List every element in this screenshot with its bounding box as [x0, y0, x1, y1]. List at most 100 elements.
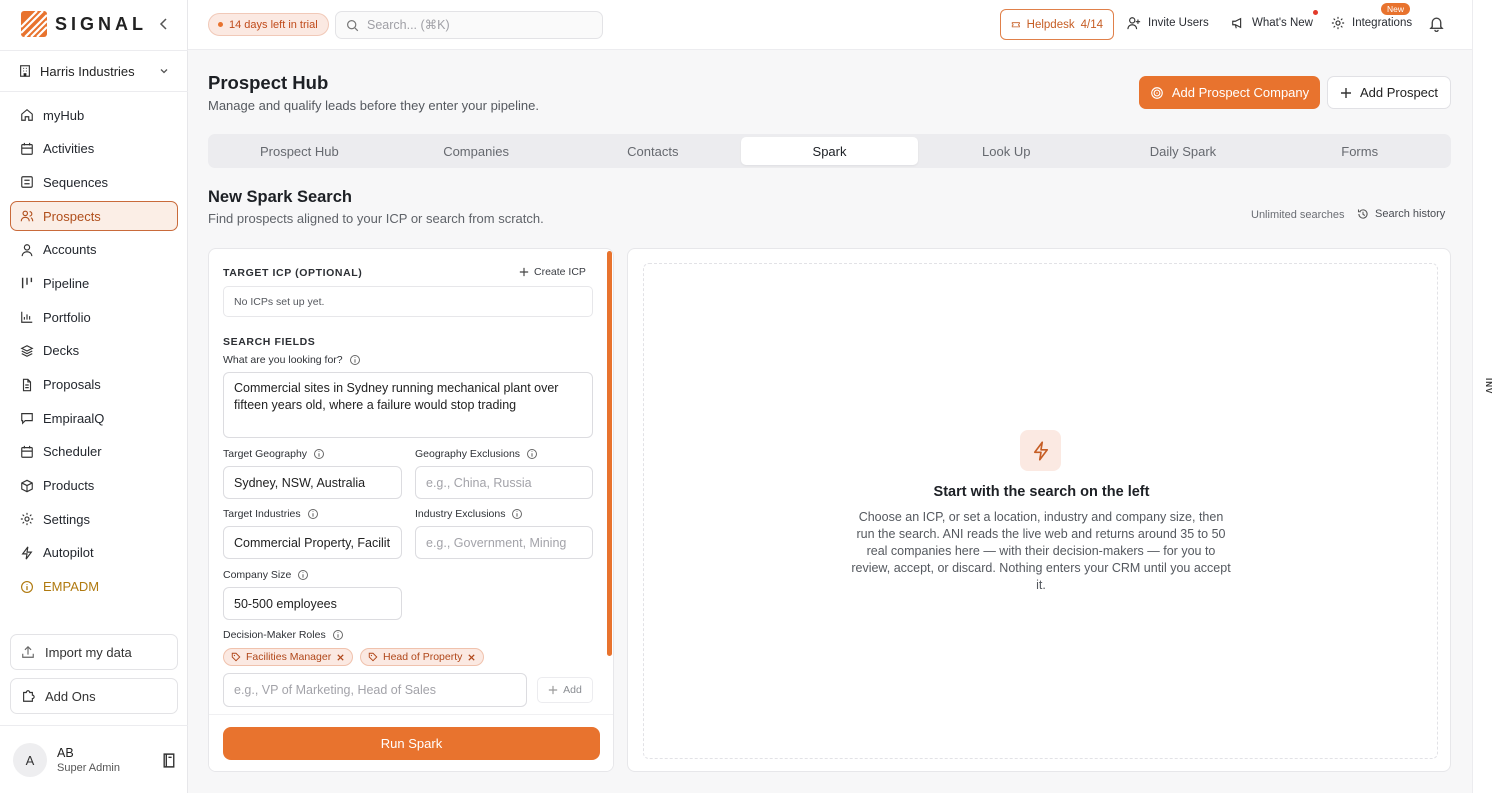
results-panel: Start with the search on the left Choose…: [627, 248, 1451, 772]
bell-icon[interactable]: [1428, 15, 1445, 32]
sidebar-item-autopilot[interactable]: Autopilot: [10, 538, 178, 568]
empty-state-icon-box: [1020, 430, 1061, 471]
target-industries-input[interactable]: [223, 526, 402, 559]
columns-icon: [21, 278, 33, 289]
role-chip-label: Facilities Manager: [246, 651, 332, 663]
sidebar-item-decks[interactable]: Decks: [10, 336, 178, 366]
industry-exclusions-input[interactable]: [415, 526, 593, 559]
add-prospect-company-label: Add Prospect Company: [1171, 85, 1310, 100]
geography-exclusions-text: Geography Exclusions: [415, 448, 521, 460]
user-plus-icon: [1127, 17, 1141, 30]
info-icon[interactable]: [511, 508, 523, 520]
org-switcher[interactable]: Harris Industries: [10, 56, 178, 86]
app-logo[interactable]: SIGNAL: [21, 11, 147, 37]
info-icon[interactable]: [349, 354, 361, 366]
sidebar-item-portfolio[interactable]: Portfolio: [10, 302, 178, 332]
add-prospect-button[interactable]: Add Prospect: [1327, 76, 1451, 109]
section-title: New Spark Search: [208, 188, 352, 206]
decision-maker-roles-text: Decision-Maker Roles: [223, 629, 326, 641]
scrollbar[interactable]: [607, 251, 612, 656]
geography-exclusions-input[interactable]: [415, 466, 593, 499]
sidebar-item-proposals[interactable]: Proposals: [10, 370, 178, 400]
add-role-label: Add: [563, 684, 582, 696]
remove-role-icon[interactable]: [336, 653, 345, 662]
helpdesk-button[interactable]: Helpdesk 4/14: [1000, 9, 1114, 40]
side-tab[interactable]: INV: [1484, 378, 1493, 394]
role-chip-label: Head of Property: [383, 651, 463, 663]
search-input[interactable]: [367, 18, 587, 32]
sidebar-item-scheduler[interactable]: Scheduler: [10, 437, 178, 467]
company-size-label: Company Size: [223, 569, 309, 581]
sidebar-item-products[interactable]: Products: [10, 471, 178, 501]
integrations-label: Integrations: [1352, 17, 1413, 29]
sidebar-item-label: Products: [43, 478, 95, 494]
import-data-label: Import my data: [45, 644, 132, 660]
sidebar-item-label: Sequences: [43, 174, 109, 190]
import-data-button[interactable]: Import my data: [10, 634, 178, 670]
target-geography-input[interactable]: [223, 466, 402, 499]
add-role-button[interactable]: Add: [537, 677, 593, 703]
sidebar-item-empadm[interactable]: EMPADM: [10, 572, 178, 602]
sidebar-item-empiraalq[interactable]: EmpiraalQ: [10, 403, 178, 433]
logo-mark-icon: [21, 11, 47, 37]
collapse-sidebar-icon[interactable]: [156, 16, 172, 32]
trial-badge[interactable]: 14 days left in trial: [208, 13, 329, 36]
info-icon[interactable]: [297, 569, 309, 581]
info-icon[interactable]: [307, 508, 319, 520]
sidebar-item-settings[interactable]: Settings: [10, 504, 178, 534]
tab-forms[interactable]: Forms: [1271, 137, 1448, 165]
looking-for-label: What are you looking for?: [223, 354, 361, 366]
remove-role-icon[interactable]: [467, 653, 476, 662]
user-role: Super Admin: [57, 762, 120, 774]
puzzle-icon: [23, 690, 35, 702]
company-size-input[interactable]: [223, 587, 402, 620]
sidebar-nav: myHub Activities Sequences Prospects Acc…: [10, 100, 178, 605]
tab-look-up[interactable]: Look Up: [918, 137, 1095, 165]
book-icon[interactable]: [161, 752, 178, 769]
whats-new-button[interactable]: What's New: [1231, 16, 1313, 30]
sidebar-item-label: Pipeline: [43, 275, 90, 291]
create-icp-button[interactable]: Create ICP: [519, 266, 586, 278]
search-icon: [347, 19, 359, 31]
sidebar-item-myhub[interactable]: myHub: [10, 100, 178, 130]
sidebar-item-label: Autopilot: [43, 545, 94, 561]
tab-prospect-hub[interactable]: Prospect Hub: [211, 137, 388, 165]
global-search[interactable]: [335, 11, 603, 39]
tab-contacts[interactable]: Contacts: [564, 137, 741, 165]
integrations-button[interactable]: Integrations: [1331, 16, 1412, 30]
upload-icon: [22, 645, 34, 658]
tab-spark[interactable]: Spark: [741, 137, 918, 165]
tag-icon: [368, 652, 378, 662]
looking-for-input[interactable]: Commercial sites in Sydney running mecha…: [223, 372, 593, 438]
info-icon[interactable]: [332, 629, 344, 641]
invite-users-button[interactable]: Invite Users: [1127, 16, 1209, 30]
plus-icon: [519, 267, 529, 277]
org-name: Harris Industries: [40, 63, 135, 79]
sidebar-item-pipeline[interactable]: Pipeline: [10, 268, 178, 298]
ticket-icon: [1011, 22, 1020, 28]
run-spark-button[interactable]: Run Spark: [223, 727, 600, 760]
gear-icon: [20, 513, 34, 526]
sidebar-item-prospects[interactable]: Prospects: [10, 201, 178, 232]
tab-companies[interactable]: Companies: [388, 137, 565, 165]
sidebar-item-accounts[interactable]: Accounts: [10, 235, 178, 265]
user-profile[interactable]: A AB Super Admin: [13, 742, 178, 778]
megaphone-icon: [1232, 17, 1242, 29]
sidebar-item-label: Accounts: [43, 242, 97, 258]
create-icp-label: Create ICP: [534, 266, 586, 278]
icp-selector[interactable]: No ICPs set up yet.: [223, 286, 593, 317]
calendar-icon: [21, 142, 33, 155]
role-input[interactable]: [223, 673, 527, 707]
add-prospect-company-button[interactable]: Add Prospect Company: [1139, 76, 1320, 109]
sidebar-item-label: Scheduler: [43, 444, 102, 460]
sidebar-item-sequences[interactable]: Sequences: [10, 167, 178, 197]
target-geography-label: Target Geography: [223, 448, 325, 460]
search-history-button[interactable]: Search history: [1357, 208, 1445, 220]
add-ons-button[interactable]: Add Ons: [10, 678, 178, 714]
section-subtitle: Find prospects aligned to your ICP or se…: [208, 211, 544, 226]
info-icon[interactable]: [313, 448, 325, 460]
info-icon[interactable]: [526, 448, 538, 460]
sidebar-item-activities[interactable]: Activities: [10, 134, 178, 164]
user-name: AB: [57, 746, 74, 760]
tab-daily-spark[interactable]: Daily Spark: [1095, 137, 1272, 165]
